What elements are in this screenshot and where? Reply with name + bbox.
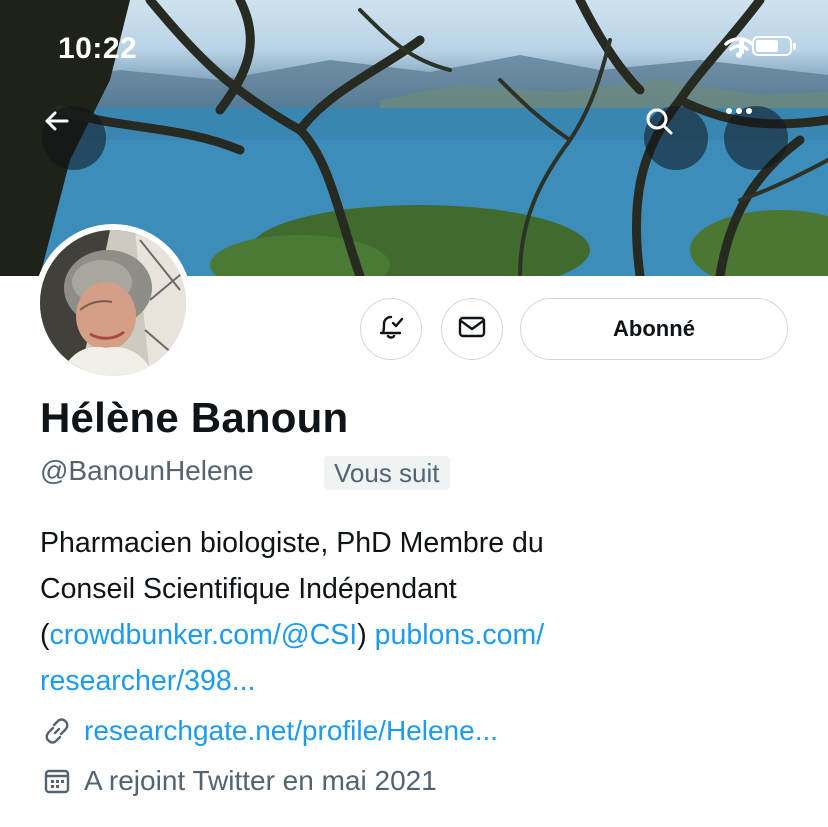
- profile-avatar[interactable]: [34, 224, 192, 382]
- search-button[interactable]: [644, 106, 708, 170]
- more-button[interactable]: [724, 106, 788, 170]
- status-icons: [724, 36, 796, 58]
- profile-website[interactable]: researchgate.net/profile/Helene...: [40, 714, 498, 748]
- bio-paren-close: ): [357, 619, 367, 651]
- calendar-icon: [40, 764, 74, 798]
- link-icon: [40, 714, 74, 748]
- bio-line-2: Conseil Scientifique Indépendant: [40, 573, 457, 605]
- notifications-button[interactable]: [360, 298, 422, 360]
- message-button[interactable]: [441, 298, 503, 360]
- bio-paren-open: (: [40, 619, 50, 651]
- bio-line-1: Pharmacien biologiste, PhD Membre du: [40, 527, 544, 559]
- bio-line-3: (crowdbunker.com/@CSI) publons.com/: [40, 612, 740, 658]
- avatar-image: [40, 230, 186, 376]
- profile-bio: Pharmacien biologiste, PhD Membre du Con…: [40, 520, 740, 704]
- battery-icon: [752, 36, 796, 56]
- bio-link-crowdbunker[interactable]: crowdbunker.com/@CSI: [50, 619, 358, 651]
- following-button[interactable]: Abonné: [520, 298, 788, 360]
- envelope-icon: [457, 314, 487, 345]
- bio-link-publons-cont[interactable]: researcher/398...: [40, 665, 255, 697]
- status-time: 10:22: [58, 32, 138, 65]
- follows-you-badge: Vous suit: [324, 456, 450, 490]
- bell-check-icon: [376, 312, 406, 347]
- profile-handle: @BanounHelene: [40, 455, 254, 486]
- bio-line-4: researcher/398...: [40, 658, 740, 704]
- profile-name: Hélène Banoun: [40, 394, 349, 441]
- profile-joined: A rejoint Twitter en mai 2021: [40, 764, 437, 798]
- joined-date: A rejoint Twitter en mai 2021: [84, 765, 437, 796]
- bio-link-publons[interactable]: publons.com/: [375, 619, 545, 651]
- back-button[interactable]: [42, 106, 106, 170]
- website-link[interactable]: researchgate.net/profile/Helene...: [84, 715, 498, 747]
